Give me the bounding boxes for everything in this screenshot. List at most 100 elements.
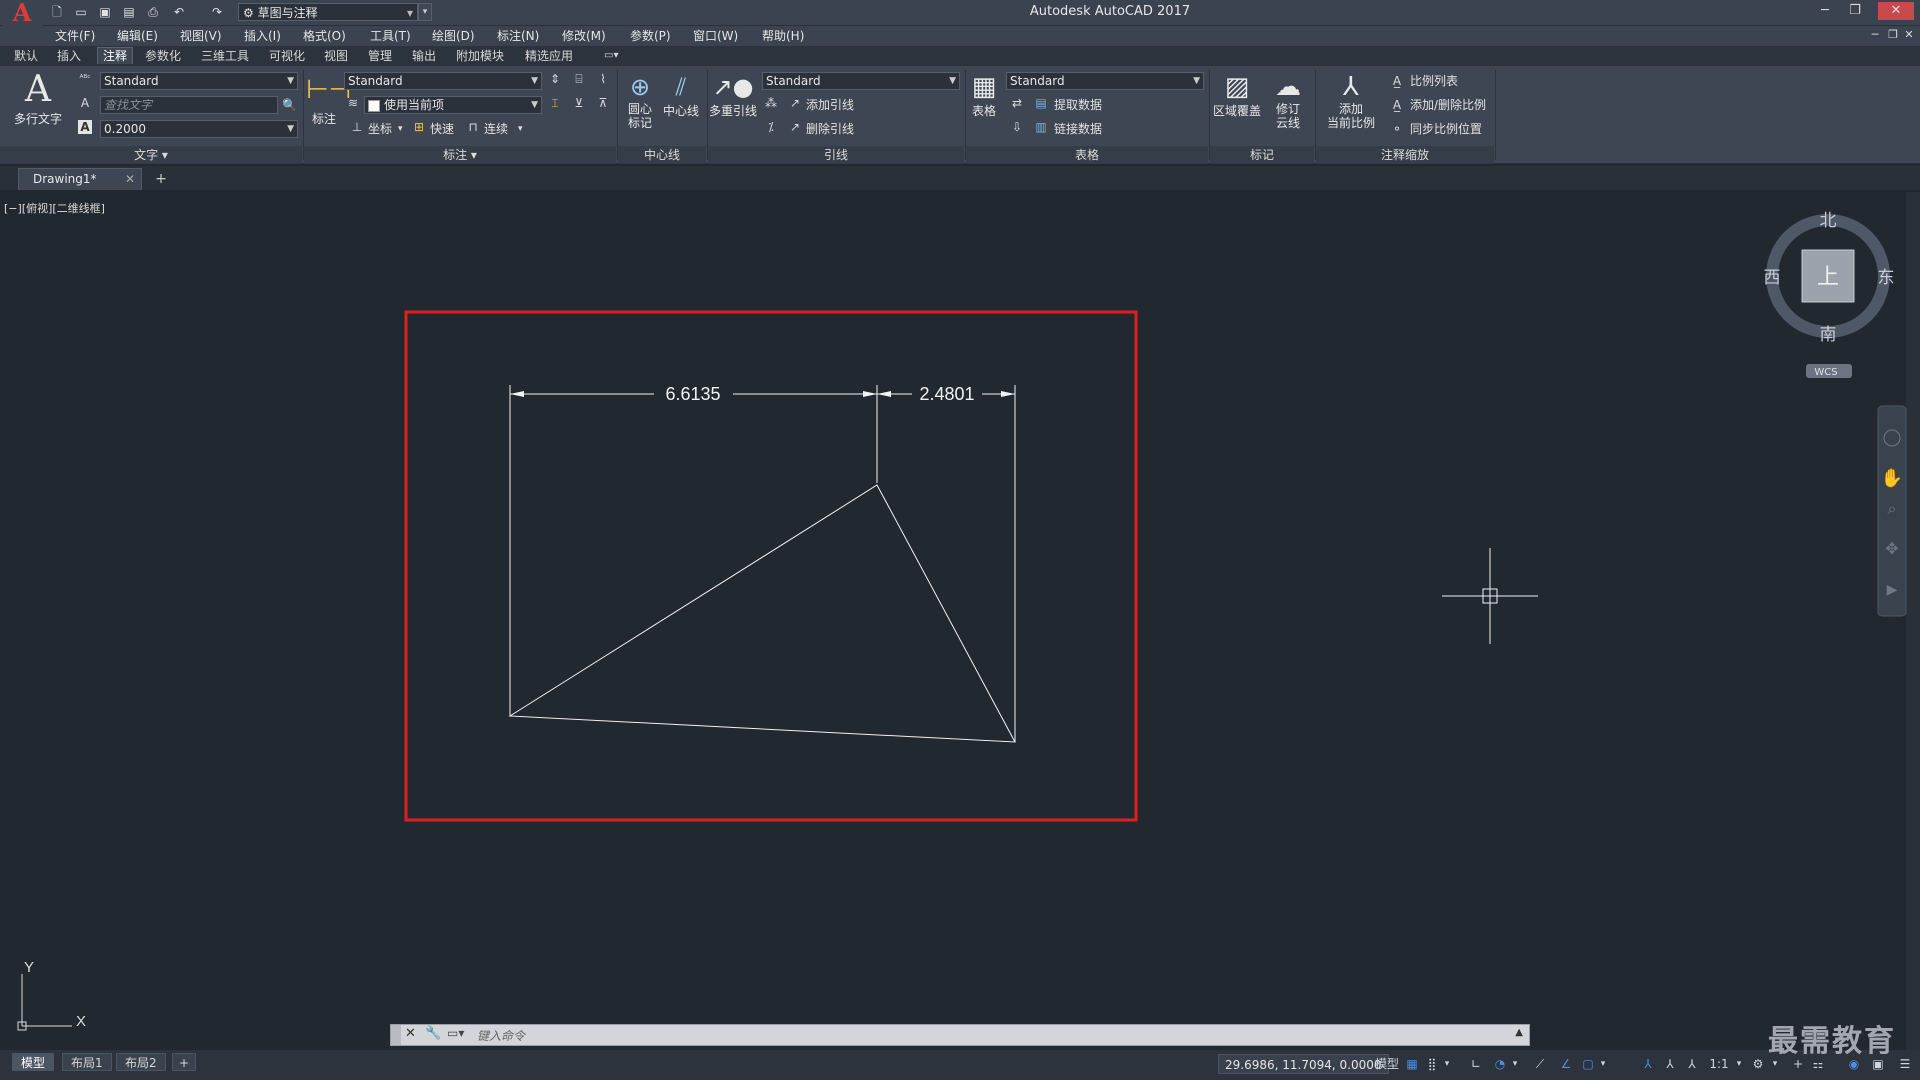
sync-scale-button[interactable]: 同步比例位置: [1410, 122, 1482, 136]
scale-list-button[interactable]: 比例列表: [1410, 74, 1458, 88]
customization-menu-icon[interactable]: ☰: [1896, 1055, 1914, 1073]
grid-icon[interactable]: ▦: [1404, 1055, 1420, 1073]
polar-icon[interactable]: ◔: [1492, 1055, 1508, 1073]
dimension-button[interactable]: ⊢⊣ 标注: [306, 70, 351, 130]
table-button[interactable]: ▦ 表格: [968, 72, 1000, 132]
new-tab-button[interactable]: +: [150, 170, 172, 188]
tab-visualize[interactable]: 可视化: [269, 48, 305, 64]
workspace-selector[interactable]: ⚙ 草图与注释 ▾: [238, 3, 418, 21]
osnap-dropdown-icon[interactable]: ▾: [1598, 1055, 1608, 1073]
add-remove-scale-button[interactable]: 添加/删除比例: [1410, 98, 1486, 112]
tab-annotate[interactable]: 注释: [97, 47, 134, 64]
jog-line-icon[interactable]: ⌇: [596, 72, 610, 86]
command-input[interactable]: 键入命令: [477, 1027, 525, 1044]
table-style-combo[interactable]: Standard ▼: [1006, 72, 1204, 90]
tab-output[interactable]: 输出: [412, 48, 436, 64]
remove-leader-button[interactable]: 删除引线: [806, 122, 854, 136]
inspect-icon[interactable]: ⌶: [548, 96, 562, 110]
extract-data-button[interactable]: 提取数据: [1054, 98, 1102, 112]
tab-3d-tools[interactable]: 三维工具: [201, 48, 249, 64]
coordinate-readout[interactable]: 29.6986, 11.7094, 0.0000: [1218, 1054, 1389, 1074]
multileader-button[interactable]: ↗● 多重引线: [708, 72, 758, 132]
app-logo[interactable]: A: [2, 0, 42, 26]
command-line-grip[interactable]: [391, 1025, 401, 1045]
close-icon[interactable]: ✕: [405, 1026, 416, 1041]
tab-manage[interactable]: 管理: [368, 48, 392, 64]
menu-window[interactable]: 窗口(W): [693, 28, 738, 44]
link-data-button[interactable]: 链接数据: [1054, 122, 1102, 136]
menu-tools[interactable]: 工具(T): [370, 28, 411, 44]
text-style-icon[interactable]: A: [78, 96, 92, 110]
center-mark-button[interactable]: ⊕ 圆心 标记: [622, 72, 658, 142]
menu-edit[interactable]: 编辑(E): [117, 28, 158, 44]
tab-default[interactable]: 默认: [14, 48, 38, 64]
tab-view[interactable]: 视图: [324, 48, 348, 64]
tab-layout2[interactable]: 布局2: [116, 1053, 166, 1071]
panel-title-dimension[interactable]: 标注 ▾: [304, 146, 616, 164]
download-table-icon[interactable]: ⇩: [1010, 120, 1024, 134]
menu-modify[interactable]: 修改(M): [562, 28, 606, 44]
panel-title-table[interactable]: 表格: [966, 146, 1208, 164]
minimize-icon[interactable]: ─: [1812, 2, 1838, 20]
quick-dim-button[interactable]: 快速: [430, 122, 454, 136]
tab-model[interactable]: 模型: [12, 1053, 55, 1071]
undo-icon[interactable]: ↶: [170, 4, 188, 20]
redo-icon[interactable]: ↷: [208, 4, 226, 20]
continue-dropdown-icon[interactable]: ▾: [518, 122, 523, 136]
panel-title-text[interactable]: 文字 ▾: [0, 146, 302, 164]
tab-addins[interactable]: 附加模块: [456, 48, 504, 64]
annotation-scale-value[interactable]: 1:1: [1706, 1055, 1732, 1073]
open-file-icon[interactable]: ▭: [72, 4, 90, 20]
snap-icon[interactable]: ⣿: [1424, 1055, 1440, 1073]
reassociate-icon[interactable]: ⊼: [596, 96, 610, 110]
doc-close-icon[interactable]: ✕: [1900, 26, 1918, 44]
ribbon-display-toggle-icon[interactable]: ▭▾: [604, 48, 618, 64]
menu-dimension[interactable]: 标注(N): [497, 28, 539, 44]
add-layout-button[interactable]: +: [172, 1053, 197, 1071]
object-snap-icon[interactable]: ▢: [1580, 1055, 1596, 1073]
menu-parametric[interactable]: 参数(P): [630, 28, 671, 44]
annotation-visibility-icon[interactable]: ⅄: [1640, 1055, 1656, 1073]
tab-insert[interactable]: 插入: [57, 48, 81, 64]
command-line[interactable]: ✕ 🔧 ▭▾ 键入命令 ▲: [390, 1024, 1530, 1046]
menu-insert[interactable]: 插入(I): [244, 28, 281, 44]
dim-style-combo[interactable]: Standard ▼: [344, 72, 542, 90]
dim-layer-combo[interactable]: 使用当前项 ▼: [364, 96, 542, 114]
update-dim-icon[interactable]: ⊻: [572, 96, 586, 110]
menu-draw[interactable]: 绘图(D): [432, 28, 475, 44]
auto-scale-icon[interactable]: ⅄: [1662, 1055, 1678, 1073]
add-current-scale-button[interactable]: ⅄ 添加 当前比例: [1322, 72, 1380, 142]
workspace-gear-icon[interactable]: ⚙: [1750, 1055, 1766, 1073]
doc-minimize-icon[interactable]: ─: [1866, 26, 1884, 44]
menu-format[interactable]: 格式(O): [303, 28, 346, 44]
menu-view[interactable]: 视图(V): [180, 28, 222, 44]
dim-break-icon[interactable]: ⌸: [572, 72, 586, 86]
new-file-icon[interactable]: 🗋: [48, 4, 66, 20]
text-height-combo[interactable]: 0.2000 ▼: [100, 120, 298, 138]
continue-button[interactable]: 连续: [484, 122, 508, 136]
menu-file[interactable]: 文件(F): [55, 28, 95, 44]
spell-check-icon[interactable]: ᴬᴮᶜ: [78, 72, 92, 86]
wipeout-button[interactable]: ▨ 区域覆盖: [1212, 72, 1262, 132]
viewport-controls-label[interactable]: [−][俯视][二维线框]: [4, 200, 105, 216]
ordinate-dropdown-icon[interactable]: ▾: [398, 122, 403, 136]
snap-dropdown-icon[interactable]: ▾: [1442, 1055, 1452, 1073]
tab-featured-apps[interactable]: 精选应用: [525, 48, 573, 64]
save-icon[interactable]: ▣: [96, 4, 114, 20]
scale-dropdown-icon[interactable]: ▾: [1734, 1055, 1744, 1073]
revcloud-button[interactable]: ☁ 修订 云线: [1266, 72, 1310, 142]
isodraft-icon[interactable]: ⟋: [1532, 1055, 1548, 1073]
add-leader-button[interactable]: 添加引线: [806, 98, 854, 112]
text-style-combo[interactable]: Standard ▼: [100, 72, 298, 90]
vertical-scrollbar[interactable]: [1906, 192, 1920, 1050]
panel-title-leader[interactable]: 引线: [708, 146, 964, 164]
print-icon[interactable]: ⎙: [144, 4, 162, 20]
close-tab-icon[interactable]: ✕: [125, 169, 135, 189]
find-text-input[interactable]: 查找文字: [100, 96, 278, 114]
qat-customize-dropdown[interactable]: ▾: [418, 3, 432, 21]
ordinate-button[interactable]: 坐标: [368, 122, 392, 136]
polar-dropdown-icon[interactable]: ▾: [1510, 1055, 1520, 1073]
centerline-button[interactable]: ⫽ 中心线: [660, 72, 702, 132]
save-as-icon[interactable]: ▤: [120, 4, 138, 20]
tab-layout1[interactable]: 布局1: [62, 1053, 112, 1071]
